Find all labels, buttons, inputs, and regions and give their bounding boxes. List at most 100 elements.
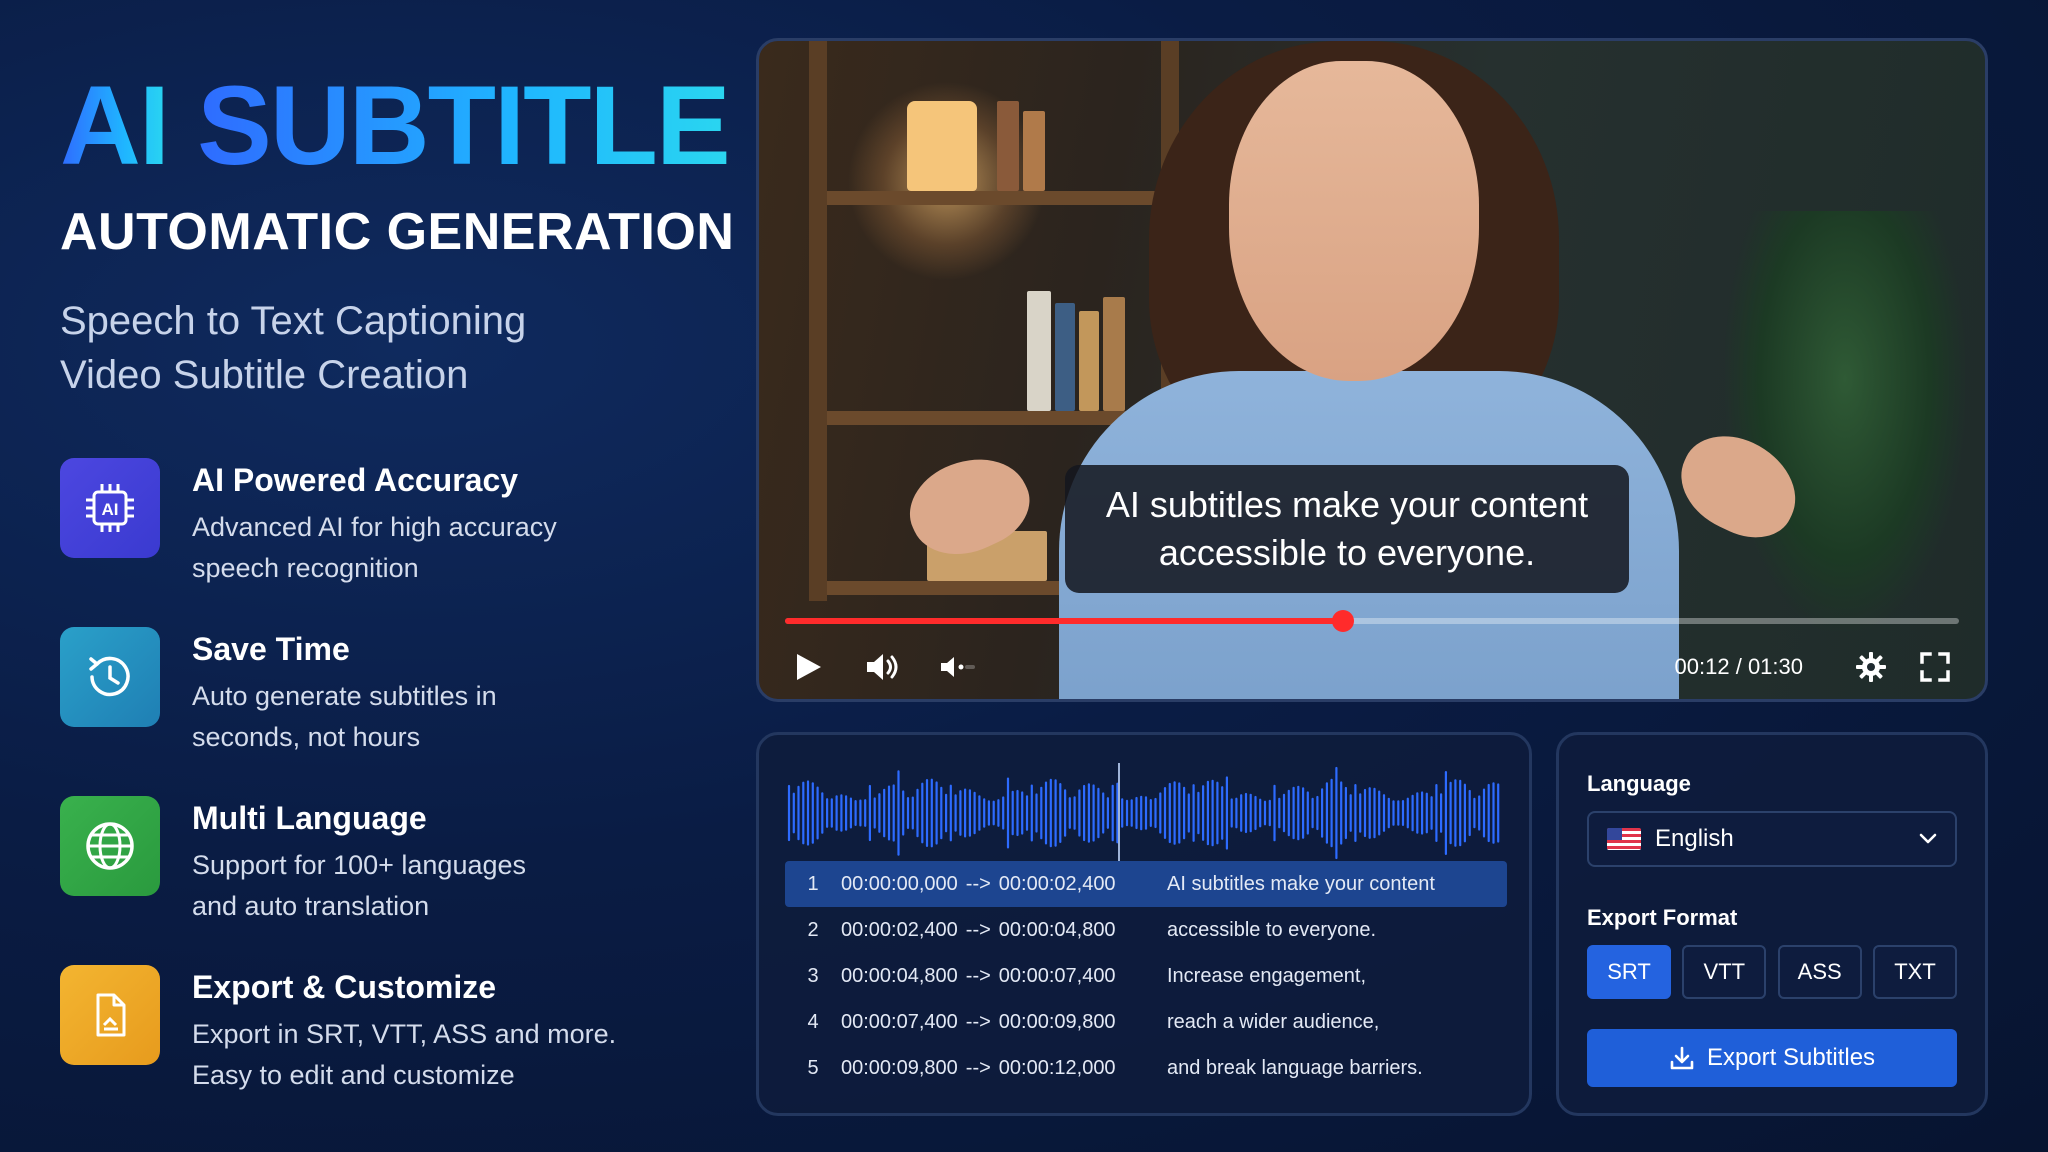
globe-icon: [60, 796, 160, 896]
subtitle-row[interactable]: 3 00:00:04,800 --> 00:00:07,400 Increase eng…: [785, 953, 1507, 999]
timecode-end: 00:00:04,800: [998, 918, 1116, 941]
feature-title: AI Powered Accuracy: [192, 462, 519, 498]
player-controls: 00:12 / 01:30: [759, 639, 1985, 695]
tagline-line-1: Speech to Text Captioning: [60, 299, 527, 343]
page-subtitle: AUTOMATIC GENERATION: [60, 203, 735, 261]
feature-desc-line: Auto generate subtitles in: [192, 681, 497, 711]
subtitle-text: accessible to everyone.: [1167, 918, 1377, 941]
format-option-ass[interactable]: ASS: [1777, 945, 1862, 999]
timecode-arrow: -->: [965, 918, 991, 941]
subtitle-timecode: 00:00:07,400 --> 00:00:09,800: [841, 1011, 1167, 1034]
feature-description: Export in SRT, VTT, ASS and more. Easy t…: [192, 1014, 662, 1096]
subtitle-index: 4: [807, 1010, 819, 1033]
subtitle-timecode: 00:00:00,000 --> 00:00:02,400: [841, 873, 1167, 896]
feature-item-save-time: Save Time Auto generate subtitles in sec…: [60, 627, 740, 796]
subtitle-text: and break language barriers.: [1167, 1056, 1423, 1079]
subtitle-row[interactable]: 5 00:00:09,800 --> 00:00:12,000 and break la…: [785, 1045, 1507, 1091]
caption-line-2: accessible to everyone.: [1158, 532, 1536, 573]
title-main-word: SUBTITLE: [197, 63, 731, 188]
format-option-srt[interactable]: SRT: [1587, 945, 1671, 999]
export-settings-panel: Language English Export Format SRT VTT ASS…: [1556, 732, 1988, 1116]
subtitle-timecode: 00:00:09,800 --> 00:00:12,000: [841, 1057, 1167, 1080]
clock-history-icon: [60, 627, 160, 727]
timecode-start: 00:00:09,800: [841, 1056, 958, 1079]
feature-item-export: Export & Customize Export in SRT, VTT, A…: [60, 965, 740, 1134]
export-format-label: Export Format: [1587, 905, 1738, 930]
transcript-panel: 1 00:00:00,000 --> 00:00:02,400 AI subtitles…: [756, 732, 1532, 1116]
timecode-start: 00:00:00,000: [841, 872, 958, 895]
ai-chip-label: AI: [102, 500, 119, 519]
subtitle-caption: AI subtitles make your content accessibl…: [1065, 465, 1629, 593]
volume-low-icon: [941, 657, 975, 677]
settings-button[interactable]: [1851, 647, 1891, 687]
timecode-start: 00:00:07,400: [841, 1010, 958, 1033]
format-toggle-group: SRT VTT ASS TXT: [1587, 945, 1957, 999]
format-option-txt[interactable]: TXT: [1872, 945, 1957, 999]
subtitle-timecode: 00:00:04,800 --> 00:00:07,400: [841, 965, 1167, 988]
timecode-start: 00:00:02,400: [841, 918, 958, 941]
volume-button[interactable]: [863, 647, 903, 687]
progress-thumb[interactable]: [1331, 610, 1354, 632]
subtitle-index: 1: [807, 872, 819, 895]
subtitle-index: 5: [807, 1056, 819, 1079]
caption-line-1: AI subtitles make your content: [1105, 484, 1589, 525]
subtitle-text: reach a wider audience,: [1167, 1010, 1380, 1033]
language-select[interactable]: English: [1587, 811, 1957, 867]
subtitle-text: AI subtitles make your content: [1167, 872, 1435, 895]
progress-bar[interactable]: [785, 610, 1959, 632]
video-player[interactable]: AI subtitles make your content accessibl…: [756, 38, 1988, 702]
ai-chip-icon: AI: [60, 458, 160, 558]
export-subtitles-label: Export Subtitles: [1706, 1044, 1876, 1071]
subtitle-timecode: 00:00:02,400 --> 00:00:04,800: [841, 919, 1167, 942]
title-prefix: AI: [60, 63, 170, 188]
timecode-arrow: -->: [965, 1056, 991, 1079]
volume-low-button[interactable]: [937, 647, 977, 687]
tagline: Speech to Text Captioning Video Subtitle…: [60, 294, 740, 402]
feature-desc-line: Support for 100+ languages: [192, 850, 527, 880]
timecode-arrow: -->: [965, 964, 991, 987]
feature-title: Export & Customize: [192, 969, 497, 1005]
download-icon: [1670, 1046, 1694, 1070]
subtitle-index: 3: [807, 964, 819, 987]
gear-icon: [1856, 652, 1886, 682]
feature-desc-line: Easy to edit and customize: [192, 1060, 515, 1090]
audio-waveform[interactable]: [785, 763, 1507, 863]
fullscreen-icon: [1920, 652, 1950, 682]
export-subtitles-button[interactable]: Export Subtitles: [1587, 1029, 1957, 1087]
fullscreen-button[interactable]: [1915, 647, 1955, 687]
feature-item-ai-accuracy: AI AI Powered Accuracy Advanced AI for h…: [60, 458, 740, 627]
format-option-vtt[interactable]: VTT: [1682, 945, 1767, 999]
hero-section: AI SUBTITLE AUTOMATIC GENERATION Speech …: [60, 70, 740, 1134]
subtitle-list: 1 00:00:00,000 --> 00:00:02,400 AI subtitles…: [785, 861, 1507, 1091]
feature-title: Save Time: [192, 631, 350, 667]
video-frame-plant: [1725, 211, 1965, 631]
subtitle-row[interactable]: 2 00:00:02,400 --> 00:00:04,800 accessible t…: [785, 907, 1507, 953]
feature-description: Advanced AI for high accuracy speech rec…: [192, 507, 662, 589]
feature-desc-line: and auto translation: [192, 891, 430, 921]
timecode-start: 00:00:04,800: [841, 964, 958, 987]
timecode-end: 00:00:02,400: [998, 872, 1116, 895]
play-button[interactable]: [789, 647, 829, 687]
subtitle-index: 2: [807, 918, 819, 941]
page-title: AI SUBTITLE: [60, 70, 740, 182]
language-label: Language: [1587, 771, 1691, 796]
timecode-end: 00:00:07,400: [998, 964, 1116, 987]
feature-title: Multi Language: [192, 800, 427, 836]
feature-item-multi-language: Multi Language Support for 100+ language…: [60, 796, 740, 965]
feature-desc-line: Export in SRT, VTT, ASS and more.: [192, 1019, 617, 1049]
language-value: English: [1655, 825, 1734, 852]
volume-icon: [867, 654, 898, 680]
feature-desc-line: Advanced AI for high accuracy: [192, 512, 557, 542]
chevron-down-icon: [1919, 833, 1937, 844]
video-frame-face: [1229, 61, 1479, 381]
subtitle-row[interactable]: 4 00:00:07,400 --> 00:00:09,800 reach a wide…: [785, 999, 1507, 1045]
play-icon: [797, 654, 821, 680]
subtitle-row[interactable]: 1 00:00:00,000 --> 00:00:02,400 AI subtitles…: [785, 861, 1507, 907]
timecode-end: 00:00:09,800: [998, 1010, 1116, 1033]
timecode-arrow: -->: [965, 872, 991, 895]
progress-fill: [785, 618, 1343, 624]
export-file-icon: [60, 965, 160, 1065]
tagline-line-2: Video Subtitle Creation: [60, 353, 469, 397]
timecode-end: 00:00:12,000: [998, 1056, 1116, 1079]
feature-desc-line: speech recognition: [192, 553, 419, 583]
